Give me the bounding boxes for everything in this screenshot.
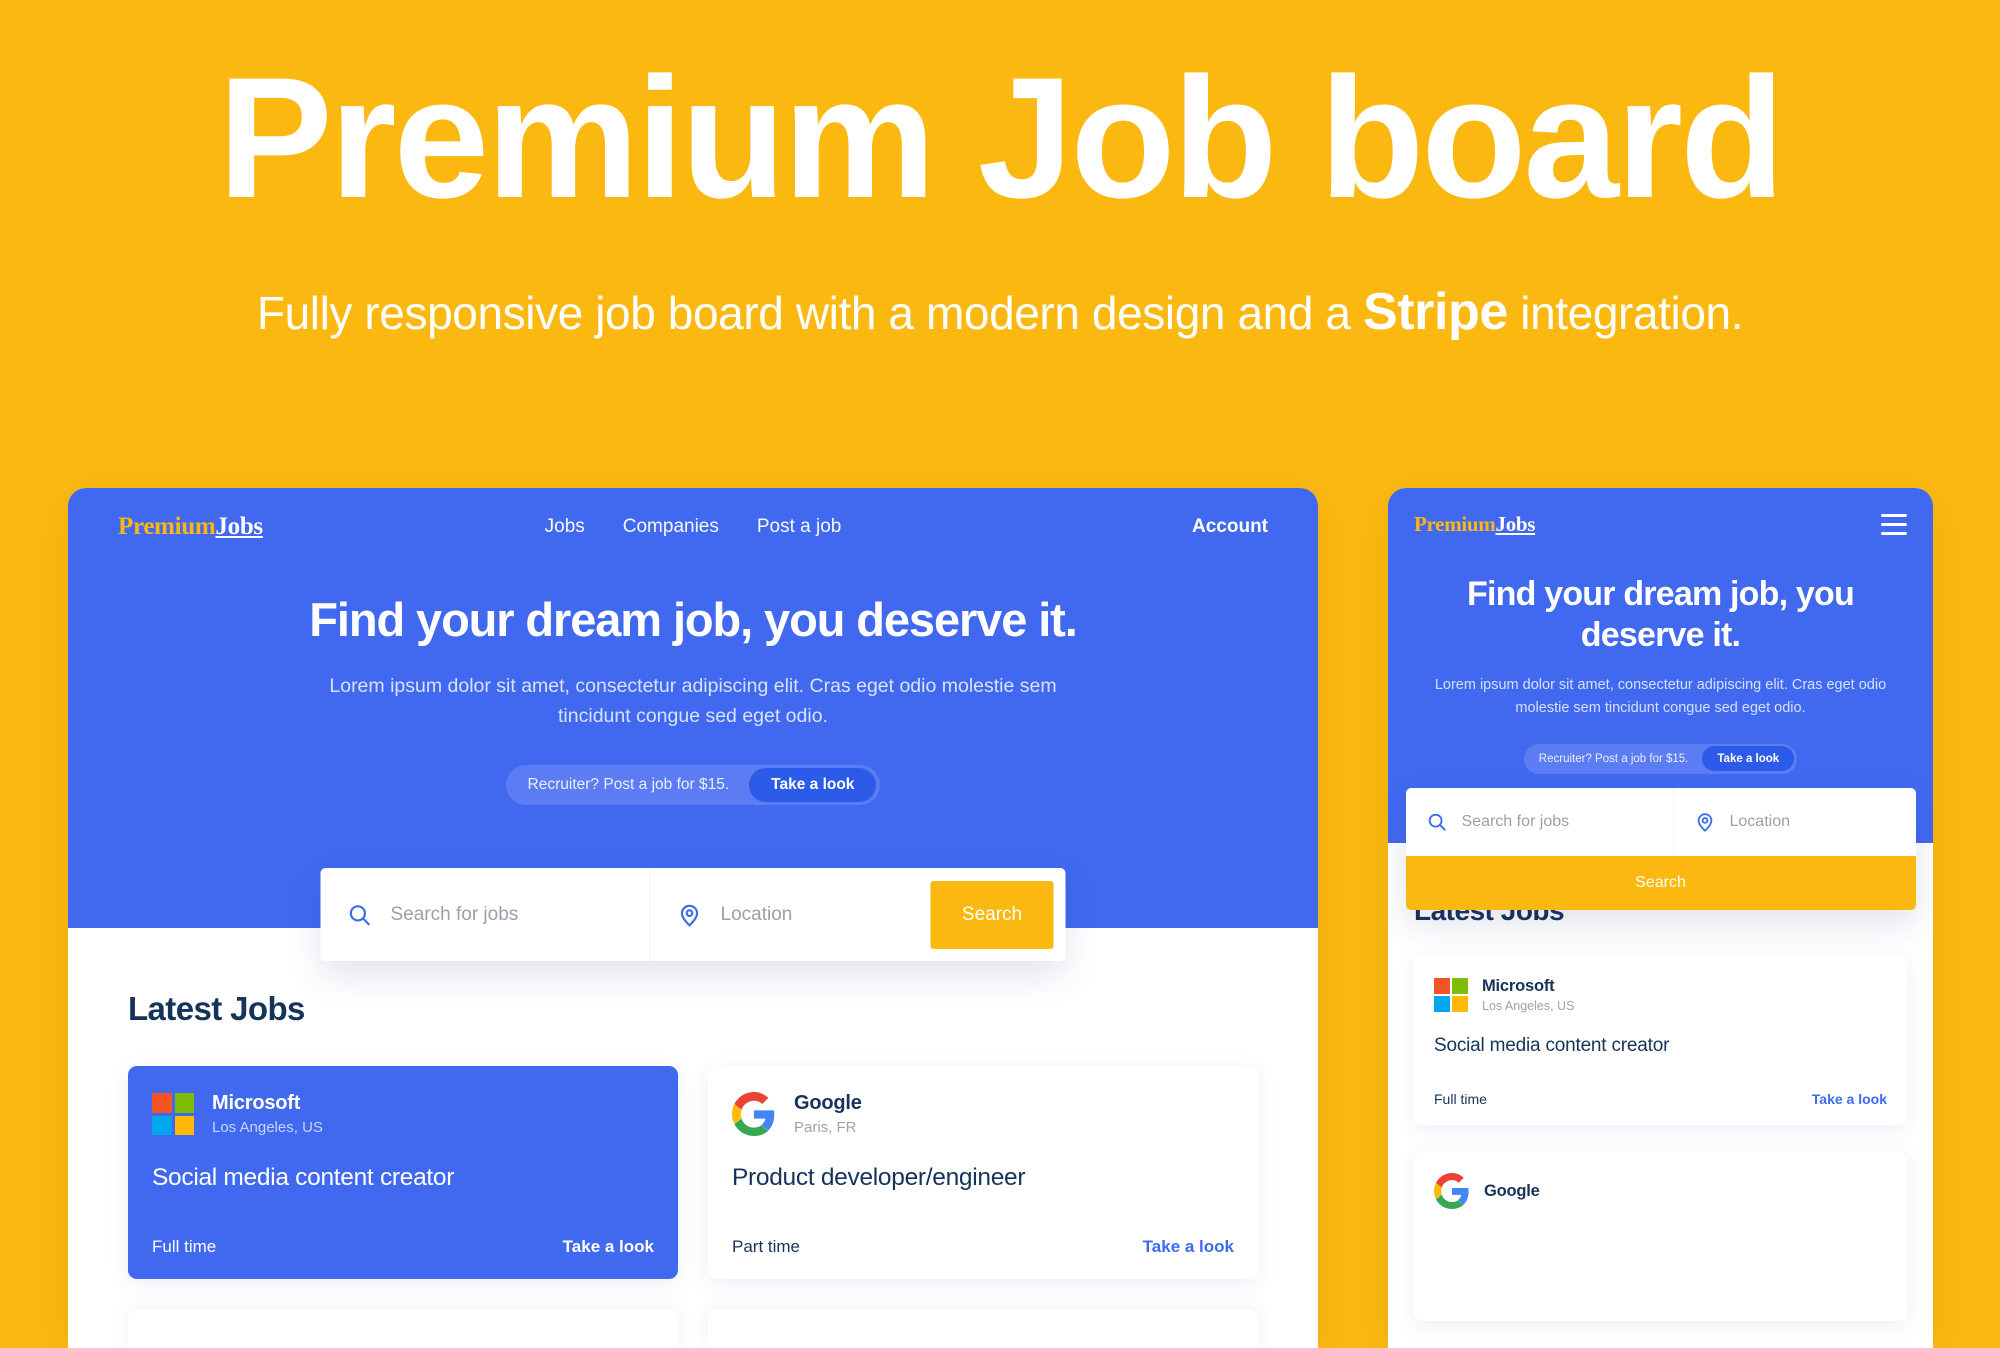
mobile-mockup: PremiumJobs Find your dream job, you des… [1388,488,1933,1348]
job-card-partial[interactable] [708,1309,1258,1348]
desktop-search-bar: Search for jobs Location Search [320,868,1066,961]
banner-title: Premium Job board [217,42,1785,234]
hero-subtitle: Lorem ipsum dolor sit amet, consectetur … [329,675,1057,728]
logo-jobs: Jobs [1495,511,1536,536]
job-type-badge: Full time [152,1237,217,1256]
mobile-search-submit-button[interactable]: Search [1405,856,1916,910]
mobile-job-card-header: Google [1434,1173,1887,1209]
mobile-search-location-placeholder: Location [1729,813,1791,830]
job-company-name: Microsoft [212,1092,301,1114]
mobile-search-bar: Search for jobs Location Search [1405,788,1916,910]
mobile-site-logo[interactable]: PremiumJobs [1414,512,1535,537]
mobile-job-card-company-meta: Google [1484,1182,1540,1201]
google-logo-icon [732,1092,775,1136]
banner-subtitle: Fully responsive job board with a modern… [0,282,2000,342]
search-icon [349,904,370,925]
job-card-company-meta: Google Paris, FR [794,1092,862,1136]
job-title: Product developer/engineer [732,1164,1026,1191]
mobile-navbar: PremiumJobs [1388,488,1933,560]
desktop-hero-content: Find your dream job, you deserve it. Lor… [68,566,1318,806]
banner-subtitle-after: integration. [1507,287,1744,339]
map-pin-icon [680,904,699,927]
mockups-row: PremiumJobs Jobs Companies Post a job Ac… [0,488,2000,1348]
search-location-field[interactable]: Location [651,868,931,961]
mobile-hero-subtitle: Lorem ipsum dolor sit amet, consectetur … [1434,676,1887,716]
mobile-job-card-microsoft[interactable]: Microsoft Los Angeles, US Social media c… [1414,955,1907,1125]
mobile-recruiter-promo-pill: Recruiter? Post a job for $15. Take a lo… [1523,743,1798,774]
search-submit-button[interactable]: Search [930,880,1054,949]
nav-item-account[interactable]: Account [1192,516,1268,538]
job-card-footer: Full time Take a look [152,1237,654,1257]
mobile-recruiter-promo-text: Recruiter? Post a job for $15. [1538,752,1689,765]
search-jobs-field[interactable]: Search for jobs [321,868,651,961]
job-card-header: Microsoft Los Angeles, US [152,1092,654,1136]
job-type-badge: Part time [732,1237,801,1256]
logo-jobs: Jobs [215,513,263,540]
map-pin-icon [1697,813,1712,832]
search-icon [1428,813,1446,831]
microsoft-logo-icon [1434,978,1468,1012]
mobile-job-card-company-meta: Microsoft Los Angeles, US [1482,977,1574,1013]
banner-subtitle-stripe: Stripe [1362,283,1508,341]
job-card-partial[interactable] [128,1309,678,1348]
banner-subtitle-before: Fully responsive job board with a modern… [256,287,1363,339]
job-card-header: Google Paris, FR [732,1092,1234,1136]
logo-premium: Premium [118,513,216,540]
job-take-a-look-link[interactable]: Take a look [563,1237,654,1257]
logo-premium: Premium [1414,511,1496,536]
site-logo[interactable]: PremiumJobs [118,513,263,541]
recruiter-promo-text: Recruiter? Post a job for $15. [527,776,730,794]
job-company-location: Los Angeles, US [212,1119,323,1136]
mobile-search-fields: Search for jobs Location [1406,788,1916,856]
promo-banner: Premium Job board Fully responsive job b… [0,0,2000,342]
desktop-content-body: Latest Jobs Microsoft Los Angeles, US So… [68,928,1318,1348]
mobile-recruiter-take-a-look-button[interactable]: Take a look [1702,746,1795,772]
google-logo-icon [1434,1173,1469,1209]
job-card-company-meta: Microsoft Los Angeles, US [212,1092,323,1136]
mobile-job-card-header: Microsoft Los Angeles, US [1434,977,1887,1013]
mobile-hero-title: Find your dream job, you deserve it. [1467,575,1855,654]
recruiter-promo-pill: Recruiter? Post a job for $15. Take a lo… [505,765,881,806]
mobile-search-jobs-field[interactable]: Search for jobs [1406,788,1674,856]
job-title: Social media content creator [152,1164,455,1191]
nav-item-post-a-job[interactable]: Post a job [757,516,842,538]
job-card-grid-next-row [128,1309,1258,1348]
hero-title: Find your dream job, you deserve it. [309,593,1078,646]
mobile-job-company-name: Google [1484,1181,1540,1200]
nav-item-companies[interactable]: Companies [623,516,719,538]
job-card-google[interactable]: Google Paris, FR Product developer/engin… [708,1066,1258,1279]
nav-item-jobs[interactable]: Jobs [545,516,585,538]
search-location-placeholder: Location [720,903,793,925]
job-card-grid: Microsoft Los Angeles, US Social media c… [128,1066,1258,1279]
mobile-job-type-badge: Full time [1434,1091,1487,1107]
hamburger-menu-icon[interactable] [1881,513,1907,535]
job-card-microsoft[interactable]: Microsoft Los Angeles, US Social media c… [128,1066,678,1279]
mobile-job-card-google[interactable]: Google [1414,1151,1907,1321]
job-take-a-look-link[interactable]: Take a look [1143,1237,1234,1257]
search-jobs-placeholder: Search for jobs [390,903,519,925]
job-card-footer: Part time Take a look [732,1237,1234,1257]
mobile-job-take-a-look-link[interactable]: Take a look [1812,1091,1887,1107]
latest-jobs-heading: Latest Jobs [128,990,305,1027]
desktop-mockup: PremiumJobs Jobs Companies Post a job Ac… [68,488,1318,1348]
mobile-search-jobs-placeholder: Search for jobs [1461,813,1570,830]
job-company-name: Google [794,1092,862,1114]
job-company-location: Paris, FR [794,1119,857,1136]
mobile-job-company-location: Los Angeles, US [1482,999,1575,1013]
mobile-job-title: Social media content creator [1434,1035,1670,1056]
desktop-navbar: PremiumJobs Jobs Companies Post a job Ac… [68,488,1318,566]
mobile-job-card-footer: Full time Take a look [1434,1091,1887,1107]
recruiter-take-a-look-button[interactable]: Take a look [749,768,877,803]
mobile-content-body: Latest Jobs Microsoft Los Angeles, US So… [1388,843,1933,1321]
microsoft-logo-icon [152,1093,194,1135]
mobile-hero-content: Find your dream job, you deserve it. Lor… [1388,560,1933,774]
mobile-job-company-name: Microsoft [1482,977,1555,995]
desktop-hero-section: PremiumJobs Jobs Companies Post a job Ac… [68,488,1318,928]
mobile-search-location-field[interactable]: Location [1674,788,1916,856]
